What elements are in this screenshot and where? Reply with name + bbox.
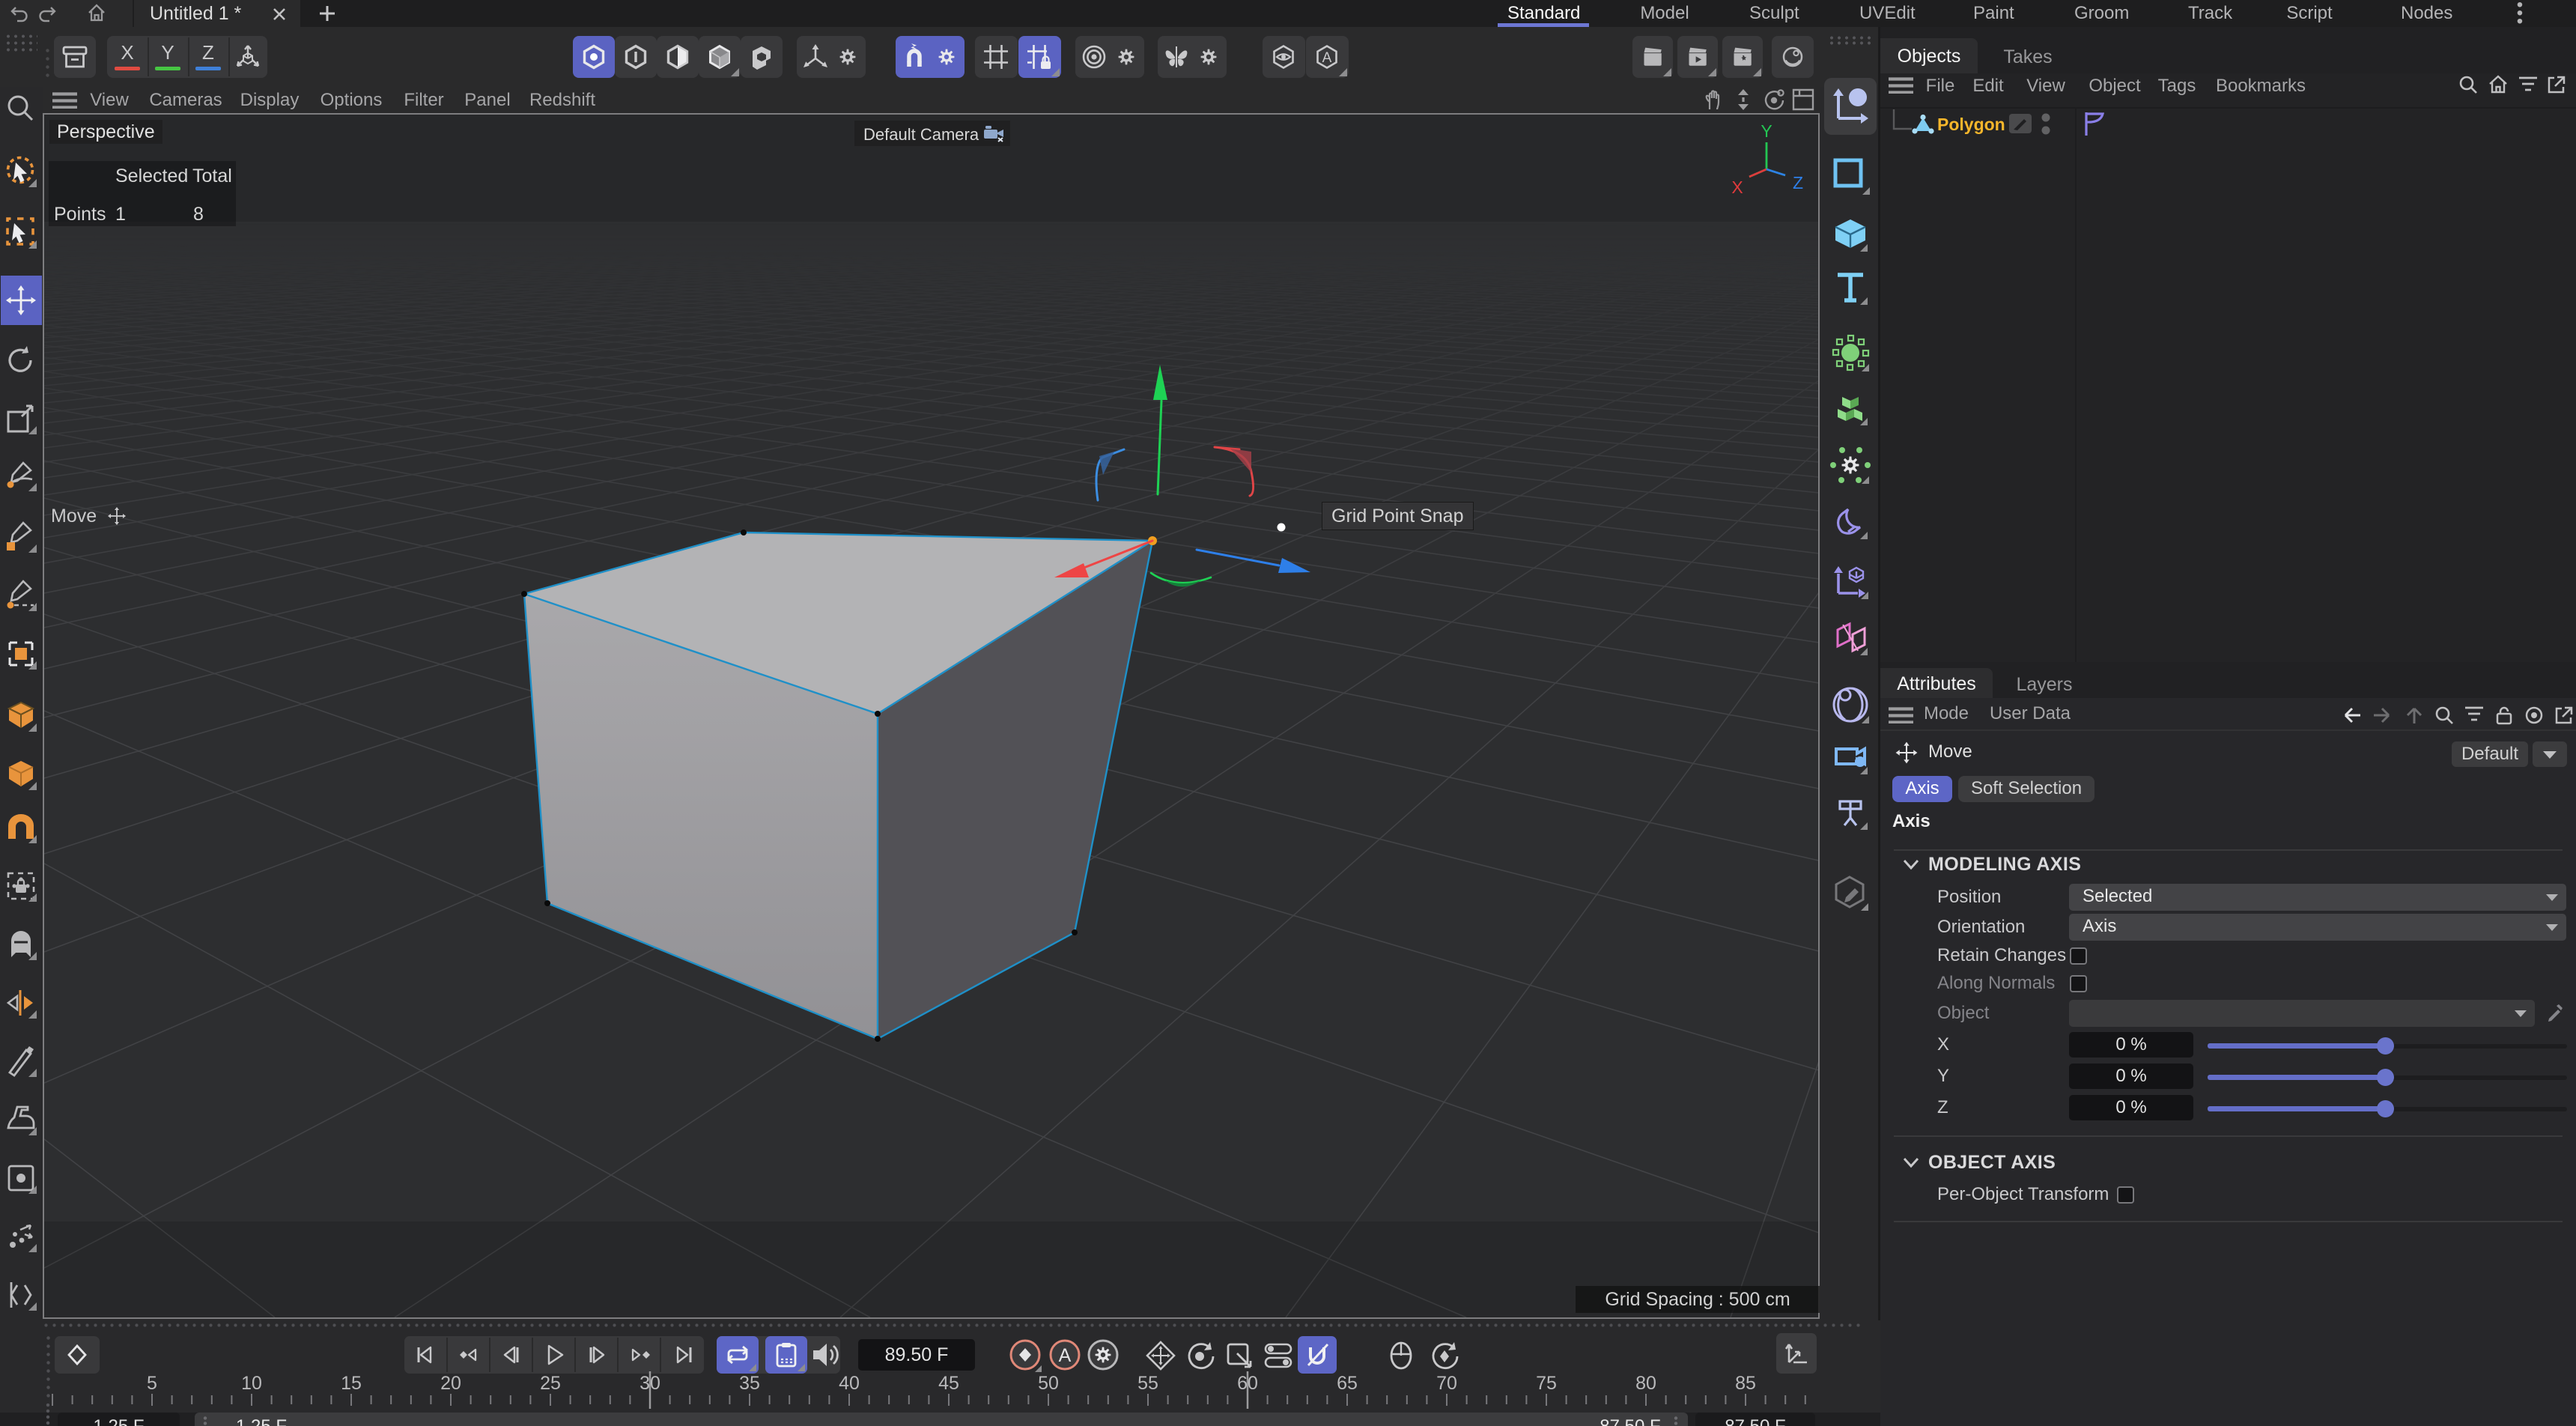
svg-text:X: X — [1731, 178, 1743, 197]
svg-text:Y: Y — [1761, 121, 1772, 141]
svg-text:A: A — [1322, 50, 1332, 66]
svg-text:Z: Z — [1793, 173, 1803, 192]
